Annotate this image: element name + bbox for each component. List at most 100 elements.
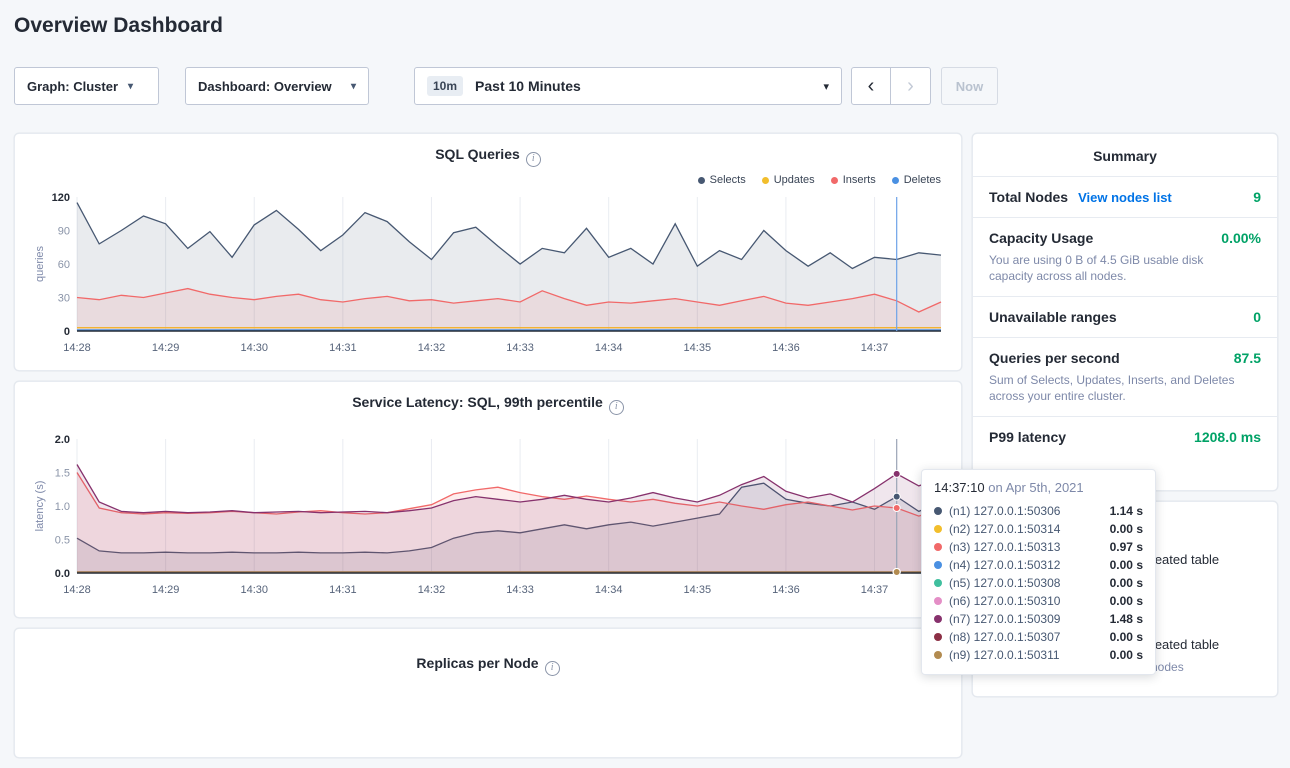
series-color-dot <box>934 579 942 587</box>
svg-text:30: 30 <box>58 293 70 305</box>
qps-value: 87.5 <box>1234 350 1261 366</box>
svg-text:14:32: 14:32 <box>418 342 446 354</box>
sql-queries-chart-card: SQL Queriesi Selects Updates Inserts Del… <box>14 133 962 371</box>
node-label: (n3) 127.0.0.1:50313 <box>949 540 1060 554</box>
legend-label: Deletes <box>904 174 941 186</box>
qps-description: Sum of Selects, Updates, Inserts, and De… <box>989 372 1241 404</box>
view-nodes-list-link[interactable]: View nodes list <box>1078 190 1172 205</box>
sql-queries-legend: Selects Updates Inserts Deletes <box>31 173 941 187</box>
sql-queries-chart-title-row: SQL Queriesi <box>31 146 945 167</box>
node-label: (n8) 127.0.0.1:50307 <box>949 630 1060 644</box>
series-color-dot <box>831 177 838 184</box>
tooltip-row: (n3) 127.0.0.1:50313 0.97 s <box>934 538 1143 556</box>
p99-latency-value: 1208.0 ms <box>1194 429 1261 445</box>
svg-text:14:31: 14:31 <box>329 342 357 354</box>
svg-text:14:28: 14:28 <box>63 342 91 354</box>
now-button[interactable]: Now <box>941 67 998 105</box>
info-icon[interactable]: i <box>609 400 624 415</box>
series-color-dot <box>934 651 942 659</box>
time-forward-button[interactable]: › <box>891 67 931 105</box>
svg-text:latency (s): latency (s) <box>34 481 46 532</box>
capacity-usage-value: 0.00% <box>1221 230 1261 246</box>
chevron-down-icon: ▾ <box>351 81 356 92</box>
series-color-dot <box>934 561 942 569</box>
svg-text:14:33: 14:33 <box>506 342 534 354</box>
legend-item-deletes[interactable]: Deletes <box>892 173 941 187</box>
time-range-label: Past 10 Minutes <box>475 78 581 94</box>
unavailable-ranges-value: 0 <box>1253 309 1261 325</box>
node-value: 0.00 s <box>1110 648 1143 662</box>
total-nodes-label: Total Nodes <box>989 189 1068 205</box>
tooltip-row: (n1) 127.0.0.1:503061.14 s <box>934 502 1143 520</box>
dashboard-dropdown[interactable]: Dashboard: Overview ▾ <box>185 67 369 105</box>
service-latency-chart-title-row: Service Latency: SQL, 99th percentilei <box>31 394 945 415</box>
charts-column: SQL Queriesi Selects Updates Inserts Del… <box>14 133 962 768</box>
svg-text:14:30: 14:30 <box>240 342 268 354</box>
page-title: Overview Dashboard <box>14 14 223 38</box>
chevron-down-icon: ▾ <box>128 81 133 92</box>
time-back-button[interactable]: ‹ <box>851 67 891 105</box>
series-color-dot <box>934 507 942 515</box>
time-range-badge: 10m <box>427 76 463 96</box>
info-icon[interactable]: i <box>545 661 560 676</box>
svg-text:60: 60 <box>58 259 70 271</box>
node-label: (n4) 127.0.0.1:50312 <box>949 558 1060 572</box>
time-step-buttons: ‹ › <box>851 67 931 105</box>
series-color-dot <box>934 615 942 623</box>
svg-text:14:37: 14:37 <box>861 342 889 354</box>
time-range-dropdown[interactable]: 10m Past 10 Minutes ▾ <box>414 67 842 105</box>
svg-text:14:37: 14:37 <box>861 584 889 596</box>
svg-text:0: 0 <box>64 326 70 338</box>
tooltip-row: (n7) 127.0.0.1:503091.48 s <box>934 610 1143 628</box>
capacity-usage-label: Capacity Usage <box>989 230 1093 246</box>
svg-text:14:36: 14:36 <box>772 342 800 354</box>
tooltip-row: (n6) 127.0.0.1:50310 0.00 s <box>934 592 1143 610</box>
qps-label: Queries per second <box>989 350 1120 366</box>
graph-dropdown[interactable]: Graph: Cluster ▾ <box>14 67 159 105</box>
info-icon[interactable]: i <box>526 152 541 167</box>
tooltip-timestamp: 14:37:10 on Apr 5th, 2021 <box>934 480 1143 495</box>
svg-text:14:28: 14:28 <box>63 584 91 596</box>
node-value: 0.00 s <box>1110 576 1143 590</box>
node-value: 0.97 s <box>1110 540 1143 554</box>
series-color-dot <box>934 597 942 605</box>
svg-text:14:33: 14:33 <box>506 584 534 596</box>
svg-text:0.5: 0.5 <box>55 535 70 547</box>
node-label: (n2) 127.0.0.1:50314 <box>949 522 1060 536</box>
legend-label: Updates <box>774 174 815 186</box>
tooltip-row: (n5) 127.0.0.1:50308 0.00 s <box>934 574 1143 592</box>
tooltip-row: (n4) 127.0.0.1:50312 0.00 s <box>934 556 1143 574</box>
node-label: (n5) 127.0.0.1:50308 <box>949 576 1060 590</box>
tooltip-row: (n9) 127.0.0.1:503110.00 s <box>934 646 1143 664</box>
svg-text:14:29: 14:29 <box>152 584 180 596</box>
capacity-usage-description: You are using 0 B of 4.5 GiB usable disk… <box>989 252 1241 284</box>
summary-row-total-nodes: Total Nodes View nodes list 9 <box>973 177 1277 218</box>
svg-text:14:32: 14:32 <box>418 584 446 596</box>
tooltip-time: 14:37:10 <box>934 480 985 495</box>
service-latency-plot[interactable]: 14:2814:2914:3014:3114:3214:3314:3414:35… <box>31 431 945 606</box>
svg-text:14:35: 14:35 <box>684 342 712 354</box>
legend-item-updates[interactable]: Updates <box>762 173 815 187</box>
replicas-per-node-chart-card: Replicas per Nodei <box>14 628 962 758</box>
svg-text:14:34: 14:34 <box>595 342 623 354</box>
sql-queries-plot[interactable]: 14:2814:2914:3014:3114:3214:3314:3414:35… <box>31 189 945 364</box>
node-value: 1.14 s <box>1110 504 1143 518</box>
tooltip-row: (n2) 127.0.0.1:503140.00 s <box>934 520 1143 538</box>
total-nodes-value: 9 <box>1253 189 1261 205</box>
summary-heading: Summary <box>973 134 1277 177</box>
unavailable-ranges-label: Unavailable ranges <box>989 309 1117 325</box>
node-value: 1.48 s <box>1110 612 1143 626</box>
legend-item-inserts[interactable]: Inserts <box>831 173 876 187</box>
summary-row-capacity: Capacity Usage 0.00% You are using 0 B o… <box>973 218 1277 297</box>
series-color-dot <box>934 633 942 641</box>
node-value: 0.00 s <box>1110 558 1143 572</box>
node-value: 0.00 s <box>1110 594 1143 608</box>
series-color-dot <box>934 525 942 533</box>
summary-row-qps: Queries per second 87.5 Sum of Selects, … <box>973 338 1277 417</box>
summary-row-p99-latency: P99 latency 1208.0 ms <box>973 417 1277 457</box>
service-latency-chart-card: Service Latency: SQL, 99th percentilei 1… <box>14 381 962 618</box>
svg-text:2.0: 2.0 <box>55 434 70 446</box>
legend-item-selects[interactable]: Selects <box>698 173 746 187</box>
summary-row-unavailable-ranges: Unavailable ranges 0 <box>973 297 1277 338</box>
node-label: (n6) 127.0.0.1:50310 <box>949 594 1060 608</box>
